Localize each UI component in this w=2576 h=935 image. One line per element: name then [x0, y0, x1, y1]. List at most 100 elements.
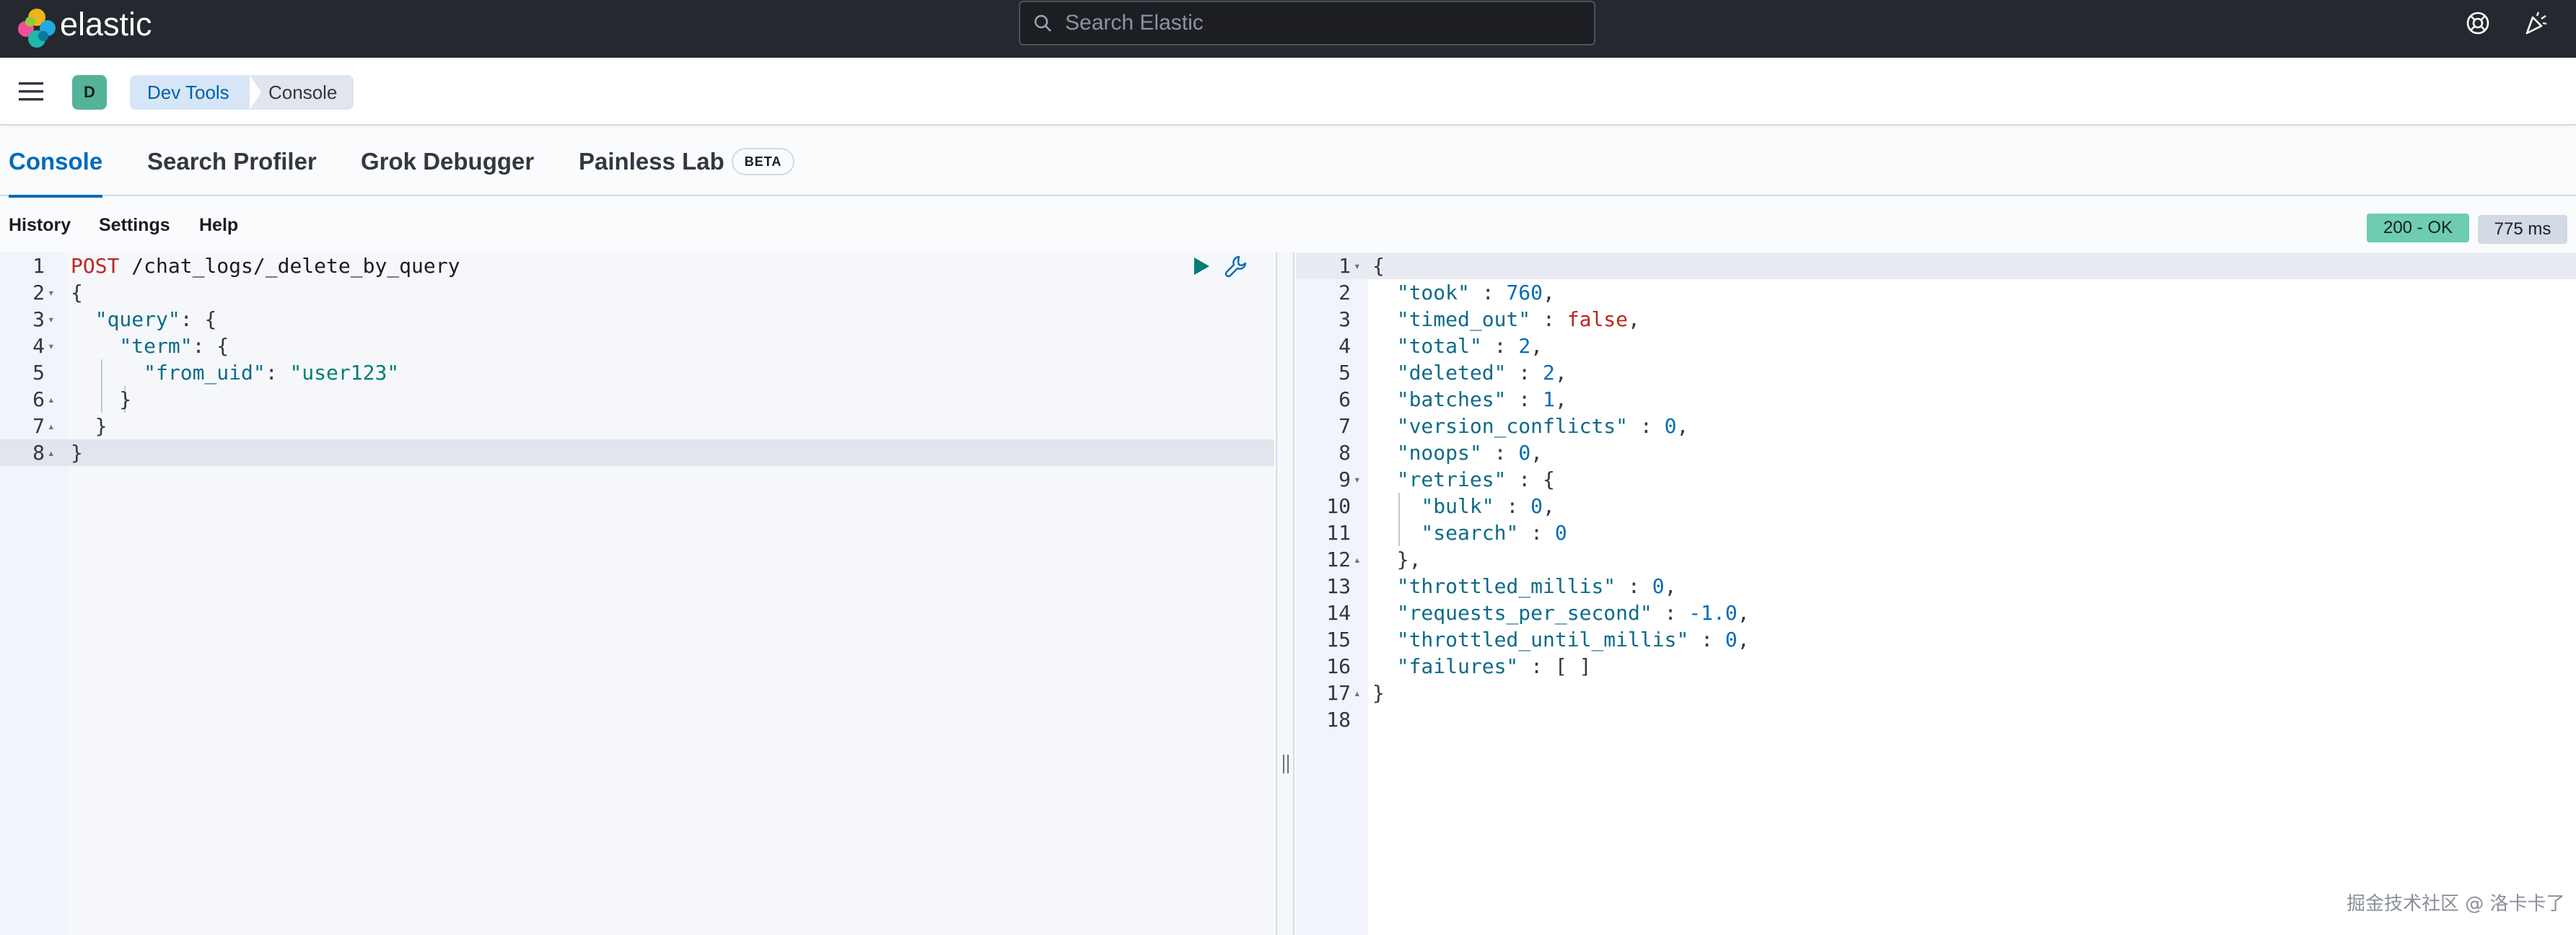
settings-link[interactable]: Settings — [99, 215, 170, 236]
code-text: "query": { — [71, 306, 217, 333]
top-header: elastic — [0, 0, 2576, 58]
search-icon — [1034, 14, 1051, 32]
code-token: 0 — [1554, 521, 1567, 545]
code-token: } — [1372, 681, 1385, 705]
line-number: 3 — [1339, 307, 1351, 331]
line-number: 12 — [1326, 548, 1351, 571]
tab-label: Search Profiler — [147, 148, 317, 175]
help-link[interactable]: Help — [199, 215, 238, 236]
space-avatar[interactable]: D — [72, 75, 107, 110]
search-input[interactable] — [1064, 10, 1569, 36]
tab-console[interactable]: Console — [9, 127, 103, 198]
fold-close-icon[interactable]: ▴ — [48, 439, 55, 466]
help-menu-button[interactable] — [2461, 6, 2495, 40]
code-text: "bulk" : 0, — [1372, 493, 1554, 519]
code-token: POST — [71, 254, 120, 278]
code-text: "retries" : { — [1372, 466, 1555, 493]
code-token: 0 — [1652, 574, 1665, 598]
code-line: 8 "noops" : 0, — [1296, 439, 2576, 466]
code-line: 12 ▴ }, — [1296, 546, 2576, 573]
code-token: "throttled_until_millis" — [1396, 628, 1689, 651]
line-number: 6 — [32, 387, 45, 411]
line-number: 6 — [1339, 387, 1351, 411]
fold-open-icon[interactable]: ▾ — [48, 333, 55, 359]
fold-open-icon[interactable]: ▾ — [48, 306, 55, 333]
line-number: 5 — [1339, 361, 1351, 385]
tab-painless-lab[interactable]: Painless Lab BETA — [579, 127, 795, 196]
code-text: { — [71, 279, 83, 306]
fold-close-icon[interactable]: ▴ — [48, 386, 55, 413]
code-token: : — [1530, 307, 1567, 331]
line-number: 1 — [1339, 254, 1351, 278]
line-number: 3 — [32, 307, 45, 331]
beta-badge: BETA — [731, 148, 795, 175]
line-number: 2 — [32, 281, 45, 304]
code-text: "search" : 0 — [1372, 519, 1567, 546]
code-line: 7 ▴ } — [0, 413, 1274, 439]
tab-label: Grok Debugger — [361, 148, 535, 175]
tab-label: Console — [9, 148, 103, 175]
code-text: } — [71, 386, 131, 413]
send-request-play-icon[interactable] — [1192, 256, 1211, 276]
brand-name[interactable]: elastic — [60, 3, 152, 46]
code-token: 760 — [1506, 281, 1543, 304]
code-line: 5 "deleted" : 2, — [1296, 359, 2576, 386]
code-line: 8 ▴} — [0, 439, 1274, 466]
fold-open-icon[interactable]: ▾ — [1354, 253, 1361, 279]
history-link[interactable]: History — [9, 215, 71, 236]
console-toolbar: History Settings Help 200 - OK 775 ms — [0, 198, 2576, 253]
code-text: "throttled_until_millis" : 0, — [1372, 626, 1750, 653]
fold-close-icon[interactable]: ▴ — [48, 413, 55, 439]
watermark: 掘金技术社区 @ 洛卡卡了 — [2347, 893, 2565, 915]
request-editor[interactable]: 1 POST /chat_logs/_delete_by_query 2 ▾{3 ▾ "… — [0, 253, 1274, 935]
code-token: "throttled_millis" — [1396, 574, 1616, 598]
code-token: , — [1543, 281, 1555, 304]
request-settings-wrench-icon[interactable] — [1224, 254, 1248, 278]
menu-hamburger-icon[interactable] — [17, 79, 45, 104]
global-search[interactable] — [1019, 1, 1595, 45]
code-token: "query" — [95, 307, 180, 331]
code-text: } — [1372, 680, 1385, 706]
code-line: 5 "from_uid": "user123" — [0, 359, 1274, 386]
fold-close-icon[interactable]: ▴ — [1354, 546, 1361, 573]
response-viewer[interactable]: 1 ▾{2 "took" : 760, 3 "timed_out" : false,… — [1296, 253, 2576, 935]
code-token: "bulk" — [1421, 494, 1494, 518]
tab-grok-debugger[interactable]: Grok Debugger — [361, 127, 534, 196]
code-token: : — [1616, 574, 1652, 598]
code-text: "throttled_millis" : 0, — [1372, 573, 1677, 600]
breadcrumb-dev-tools[interactable]: Dev Tools — [130, 75, 264, 110]
breadcrumb-bar: D Dev Tools Console — [0, 58, 2576, 126]
code-line: 10 "bulk" : 0, — [1296, 493, 2576, 519]
line-number: 2 — [1339, 281, 1351, 304]
code-token: : — [1688, 628, 1725, 651]
line-number: 4 — [1339, 334, 1351, 358]
code-line: 1 ▾ { — [1296, 253, 2576, 279]
fold-open-icon[interactable]: ▾ — [48, 279, 55, 306]
code-line: 17 ▴} — [1296, 680, 2576, 706]
code-token: }, — [1372, 548, 1421, 571]
fold-close-icon[interactable]: ▴ — [1354, 680, 1361, 706]
code-token: : { — [1506, 468, 1555, 491]
news-feed-button[interactable] — [2518, 6, 2553, 40]
code-text: "timed_out" : false, — [1372, 306, 1640, 333]
tab-search-profiler[interactable]: Search Profiler — [147, 127, 317, 196]
code-text: "took" : 760, — [1372, 279, 1555, 306]
code-line: 13 "throttled_millis" : 0, — [1296, 573, 2576, 600]
line-number: 4 — [32, 334, 45, 358]
code-token: : — [265, 361, 290, 385]
fold-open-icon[interactable]: ▾ — [1354, 466, 1361, 493]
code-token: : [ ] — [1518, 654, 1592, 678]
code-text: "total" : 2, — [1372, 333, 1543, 359]
pane-resizer[interactable] — [1276, 253, 1294, 935]
elastic-logo-icon[interactable] — [13, 4, 61, 52]
